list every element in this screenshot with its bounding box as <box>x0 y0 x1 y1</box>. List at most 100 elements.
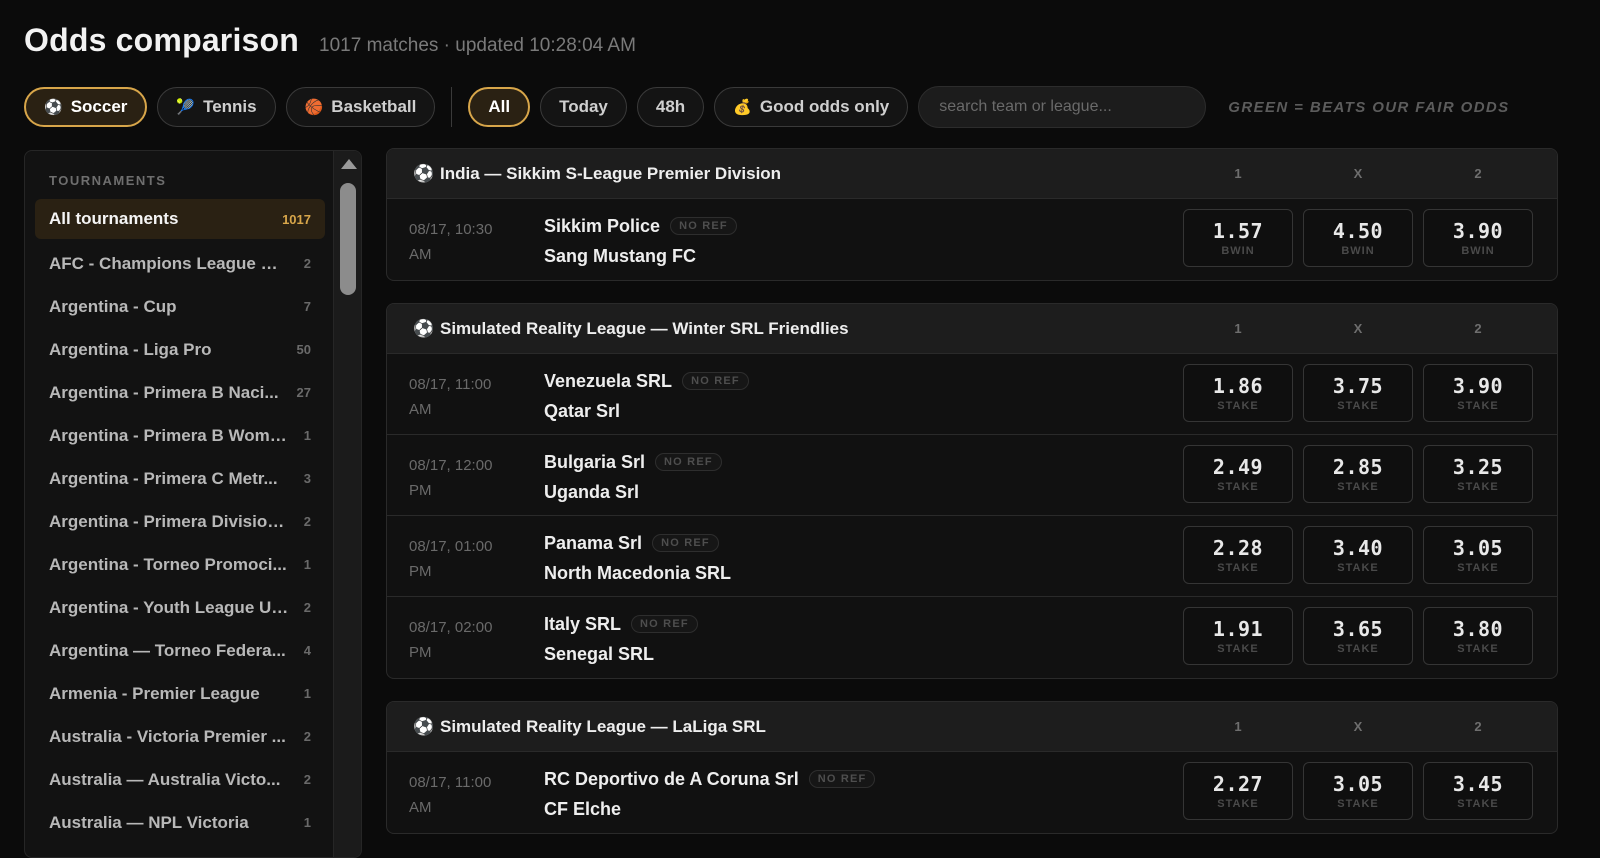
tournament-name: All tournaments <box>49 209 179 228</box>
bookmaker-label: STAKE <box>1217 481 1259 493</box>
home-team: Panama Srl <box>544 532 643 553</box>
no-ref-badge: NO REF <box>670 217 737 235</box>
sidebar-item-all-tournaments[interactable]: All tournaments 1017 <box>35 199 325 239</box>
sidebar-item-tournament[interactable]: Argentina - Primera C Metr... 3 <box>35 457 325 500</box>
home-team: Italy SRL <box>544 613 622 634</box>
league-name: Simulated Reality League — Winter SRL Fr… <box>440 318 849 338</box>
sidebar-scrollbar[interactable] <box>333 151 361 857</box>
match-teams: Venezuela SRL NO REF Qatar Srl <box>544 367 749 425</box>
match-row[interactable]: 08/17, 10:30 AM Sikkim Police NO REF Sang Mu… <box>387 199 1557 280</box>
away-team: Senegal SRL <box>544 644 655 664</box>
odds-button-away[interactable]: 3.90 STAKE <box>1423 364 1533 422</box>
sidebar-item-tournament[interactable]: Argentina - Liga Pro 50 <box>35 328 325 371</box>
league-header: ⚽ Simulated Reality League — Winter SRL F… <box>387 304 1557 354</box>
tournament-name: AFC - Champions League W... <box>49 253 289 273</box>
odds-button-home[interactable]: 2.49 STAKE <box>1183 445 1293 503</box>
league-header: ⚽ India — Sikkim S-League Premier Divisio… <box>387 149 1557 199</box>
filter-tennis-button[interactable]: 🎾 Tennis <box>157 87 276 127</box>
page-title: Odds comparison <box>24 22 300 58</box>
match-date: 08/17, 12:00 <box>409 457 493 474</box>
match-datetime: 08/17, 11:00 AM <box>409 372 519 422</box>
sidebar-item-tournament[interactable]: Argentina - Torneo Promoci... 1 <box>35 543 325 586</box>
odds-button-away[interactable]: 3.05 STAKE <box>1423 526 1533 584</box>
sidebar-item-tournament[interactable]: Armenia - Premier League 1 <box>35 672 325 715</box>
odds-button-home[interactable]: 1.86 STAKE <box>1183 364 1293 422</box>
match-time: PM <box>409 563 432 580</box>
odds-button-home[interactable]: 1.57 BWIN <box>1183 209 1293 267</box>
odds-button-draw[interactable]: 3.05 STAKE <box>1303 762 1413 820</box>
league-header: ⚽ Simulated Reality League — LaLiga SRL 1 X… <box>387 702 1557 752</box>
odds-button-away[interactable]: 3.80 STAKE <box>1423 607 1533 665</box>
tournament-name: Argentina - Primera B Women <box>49 425 289 445</box>
match-row[interactable]: 08/17, 12:00 PM Bulgaria Srl NO REF Uganda S… <box>387 435 1557 516</box>
tournament-list: All tournaments 1017 AFC - Champions Leagu… <box>35 199 325 844</box>
tournament-name: Armenia - Premier League <box>49 683 260 703</box>
tournament-count: 4 <box>303 643 311 658</box>
column-header-away: 2 <box>1474 321 1482 336</box>
tournament-count: 50 <box>296 342 311 357</box>
scroll-thumb[interactable] <box>340 183 356 295</box>
sidebar-item-tournament[interactable]: Argentina - Cup 7 <box>35 285 325 328</box>
sidebar-item-tournament[interactable]: Australia — NPL Victoria 1 <box>35 801 325 844</box>
filter-bar: ⚽ Soccer 🎾 Tennis 🏀 Basketball All Today… <box>24 86 1510 128</box>
odds-value: 3.75 <box>1332 374 1384 398</box>
column-header-away: 2 <box>1474 166 1482 181</box>
odds-button-away[interactable]: 3.25 STAKE <box>1423 445 1533 503</box>
home-team-line: Panama Srl NO REF <box>544 529 731 557</box>
odds-value: 3.45 <box>1452 772 1504 796</box>
match-date: 08/17, 02:00 <box>409 619 493 636</box>
match-datetime: 08/17, 11:00 AM <box>409 770 519 820</box>
column-header-home: 1 <box>1234 321 1242 336</box>
bookmaker-label: STAKE <box>1337 798 1379 810</box>
filter-soccer-button[interactable]: ⚽ Soccer <box>24 87 148 127</box>
filter-today-button[interactable]: Today <box>540 87 627 127</box>
match-row[interactable]: 08/17, 11:00 AM Venezuela SRL NO REF Qatar S… <box>387 354 1557 435</box>
sidebar-item-tournament[interactable]: Argentina - Primera B Naci... 27 <box>35 371 325 414</box>
filter-label: Basketball <box>331 97 417 116</box>
match-date: 08/17, 11:00 <box>409 376 492 393</box>
sidebar-item-tournament[interactable]: Argentina - Primera Division... 2 <box>35 500 325 543</box>
odds-button-draw[interactable]: 3.75 STAKE <box>1303 364 1413 422</box>
odds-button-draw[interactable]: 3.65 STAKE <box>1303 607 1413 665</box>
sidebar-item-tournament[interactable]: Argentina — Torneo Federa... 4 <box>35 629 325 672</box>
tournament-name: Australia - Victoria Premier ... <box>49 726 286 746</box>
sidebar-item-tournament[interactable]: Australia - Victoria Premier ... 2 <box>35 715 325 758</box>
bookmaker-label: STAKE <box>1337 400 1379 412</box>
odds-button-draw[interactable]: 4.50 BWIN <box>1303 209 1413 267</box>
filter-48h-button[interactable]: 48h <box>636 87 705 127</box>
odds-button-home[interactable]: 2.28 STAKE <box>1183 526 1293 584</box>
tournament-count: 2 <box>303 600 311 615</box>
odds-button-away[interactable]: 3.90 BWIN <box>1423 209 1533 267</box>
match-time: PM <box>409 482 432 499</box>
sidebar-item-tournament[interactable]: Argentina - Youth League U20 2 <box>35 586 325 629</box>
bookmaker-label: STAKE <box>1457 643 1499 655</box>
tournament-count: 27 <box>296 385 311 400</box>
matches-panel: ⚽ India — Sikkim S-League Premier Divisio… <box>386 148 1558 856</box>
filter-basketball-button[interactable]: 🏀 Basketball <box>285 87 436 127</box>
match-row[interactable]: 08/17, 11:00 AM RC Deportivo de A Coruna S… <box>387 752 1557 833</box>
sidebar-item-tournament[interactable]: Argentina - Primera B Women 1 <box>35 414 325 457</box>
column-header-draw: X <box>1353 719 1363 734</box>
odds-button-home[interactable]: 1.91 STAKE <box>1183 607 1293 665</box>
match-row[interactable]: 08/17, 01:00 PM Panama Srl NO REF North Mace… <box>387 516 1557 597</box>
bookmaker-label: BWIN <box>1221 245 1255 257</box>
odds-value: 1.57 <box>1212 219 1264 243</box>
odds-button-home[interactable]: 2.27 STAKE <box>1183 762 1293 820</box>
soccer-ball-icon: ⚽ <box>413 163 435 183</box>
bookmaker-label: BWIN <box>1461 245 1495 257</box>
sidebar-item-tournament[interactable]: AFC - Champions League W... 2 <box>35 242 325 285</box>
sidebar-item-tournament[interactable]: Australia — Australia Victo... 2 <box>35 758 325 801</box>
bookmaker-label: STAKE <box>1217 562 1259 574</box>
odds-button-draw[interactable]: 2.85 STAKE <box>1303 445 1413 503</box>
search-input[interactable] <box>918 86 1207 128</box>
match-teams: Italy SRL NO REF Senegal SRL <box>544 610 698 668</box>
color-legend-note: GREEN = BEATS OUR FAIR ODDS <box>1228 98 1510 116</box>
sidebar-heading: TOURNAMENTS <box>49 173 167 188</box>
scroll-up-arrow-icon[interactable] <box>341 159 357 169</box>
good-odds-only-toggle[interactable]: 💰 Good odds only <box>714 87 909 127</box>
match-teams: Panama Srl NO REF North Macedonia SRL <box>544 529 731 587</box>
filter-all-button[interactable]: All <box>468 87 531 127</box>
match-row[interactable]: 08/17, 02:00 PM Italy SRL NO REF Senegal SRL… <box>387 597 1557 678</box>
odds-button-draw[interactable]: 3.40 STAKE <box>1303 526 1413 584</box>
odds-button-away[interactable]: 3.45 STAKE <box>1423 762 1533 820</box>
